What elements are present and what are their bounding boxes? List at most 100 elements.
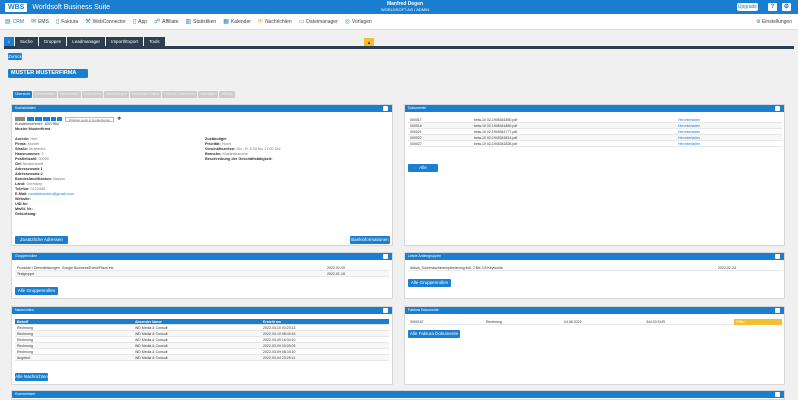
panel-header: Letzte Antiengruppen <box>405 253 784 260</box>
download-link[interactable]: Herunterladen <box>678 141 700 147</box>
email-icon: ✉ <box>31 19 37 25</box>
user-info[interactable]: Manfred Degen WORLDSOFT AG / ADMIN <box>360 1 450 13</box>
main-menu: ▤ CRM ✉ EMS ▯ Faktura ⚒ WebConnector ▯ App ☍ A… <box>0 14 798 30</box>
menu-item-dateimanager[interactable]: ▭ Dateimanager <box>299 18 338 26</box>
vcard-icon[interactable] <box>27 117 34 121</box>
subtab-dokumente[interactable]: Dokumente <box>81 91 104 98</box>
menu-item-webconnector[interactable]: ⚒ WebConnector <box>85 18 126 26</box>
tab-suche[interactable]: Suche <box>15 37 38 46</box>
export-icon[interactable] <box>35 117 42 121</box>
all-groups-button-2[interactable]: Alle Gruppenrollen <box>408 279 451 287</box>
all-messages-button[interactable]: Alle Nachrichten <box>15 373 48 381</box>
upgrade-button[interactable]: Upgrade <box>737 3 758 11</box>
subtab-aktivitaeten[interactable]: Aktivitäten <box>198 91 219 98</box>
menu-item-ems[interactable]: ✉ EMS <box>31 18 49 26</box>
tab-tools[interactable]: Tools <box>144 37 165 46</box>
field-label: Hausnummer: <box>15 152 41 156</box>
all-groups-button[interactable]: Alle Gruppenrollen <box>15 287 58 295</box>
tab-leadmanager[interactable]: Leadmanager <box>67 37 106 46</box>
field-value: 00000 <box>38 157 49 161</box>
field-label: UID-Nr: <box>15 202 29 206</box>
top-bar: WBS Worldsoft Business Suite Manfred Deg… <box>0 0 798 14</box>
table-row[interactable]: Aktiva_Suchmaschinenoptimierung inkl. 2 … <box>408 265 782 271</box>
field-label: MwSt. Nr.: <box>15 207 34 211</box>
panel-title: Nachrichten <box>15 308 34 312</box>
settings-link[interactable]: ⚙ Einstellungen <box>756 19 792 25</box>
field-label: E-Mail: <box>15 192 28 196</box>
all-faktura-button[interactable]: Alle Faktura Dokumente <box>408 330 460 338</box>
doc-id: 000027 <box>410 142 422 146</box>
menu-item-label: CRM <box>12 18 25 25</box>
table-row[interactable]: Testgruppe 2022-01-18 <box>15 271 389 277</box>
menu-item-label: EMS <box>38 18 49 25</box>
menu-item-vorlagen[interactable]: ◎ Vorlagen <box>345 18 372 26</box>
minimize-icon[interactable] <box>775 106 780 111</box>
info-icon[interactable] <box>57 117 62 121</box>
contact-panel: Kontaktdaten Direktes Login in Kundenkon… <box>11 104 393 246</box>
print-icon[interactable] <box>43 117 50 121</box>
edit-icon[interactable] <box>15 117 25 121</box>
field-label: Branche: <box>205 152 222 156</box>
bank-info-button[interactable]: Bankinformationen <box>350 236 390 244</box>
subtab-faktura[interactable]: Faktura-Dokumente <box>162 91 198 98</box>
question-icon[interactable]: ? <box>768 3 777 11</box>
group-name: Aktiva_Suchmaschinenoptimierung inkl. 2 … <box>410 266 503 270</box>
subtab-nachrichten[interactable]: Nachrichten <box>57 91 81 98</box>
message-icon: ✉ <box>257 19 263 25</box>
wbs-logo[interactable]: WBS <box>5 2 28 12</box>
table-row[interactable]: Angebot WD Media & Consult 2022-03-04 23:2… <box>15 355 389 361</box>
minimize-icon[interactable] <box>383 254 388 259</box>
menu-item-nachrichten[interactable]: ✉ Nachrichten <box>257 18 292 26</box>
doc-type: Rechnung <box>486 320 502 324</box>
back-button[interactable]: Zurück <box>8 53 22 60</box>
tab-strip <box>4 46 794 49</box>
menu-item-app[interactable]: ▯ App <box>133 18 147 26</box>
menu-item-affiliate[interactable]: ☍ Affiliate <box>154 18 178 26</box>
comments-panel: Kommentare <box>11 390 785 400</box>
additional-addresses-button[interactable]: Zusätzliche Adressen <box>15 236 68 244</box>
tab-gruppen[interactable]: Gruppen <box>38 37 67 46</box>
table-row[interactable]: 0000167 Rechnung 04.08.2022 344.00 EUR O… <box>408 319 782 325</box>
minimize-icon[interactable] <box>775 308 780 313</box>
minimize-icon[interactable] <box>775 392 780 397</box>
subtab-bestellungen[interactable]: Bestellungen <box>104 91 129 98</box>
field-label: Firma: <box>15 142 27 146</box>
menu-item-crm[interactable]: ▤ CRM <box>5 18 25 26</box>
minimize-icon[interactable] <box>383 106 388 111</box>
minimize-icon[interactable] <box>775 254 780 259</box>
panel-header: Faktura Dokumente <box>405 307 784 314</box>
subtab-kommentare[interactable]: Kommentare <box>32 91 57 98</box>
field-label: Straße: <box>15 147 29 151</box>
all-documents-button[interactable]: Alle Dokumente <box>408 164 438 178</box>
menu-item-kalender[interactable]: ▦ Kalender <box>223 18 251 26</box>
tab-home[interactable]: ⌂ <box>4 37 14 46</box>
subtab-affiliate[interactable]: Affiliate <box>219 91 235 98</box>
menu-item-faktura[interactable]: ▯ Faktura <box>56 18 78 26</box>
subtab-uebersicht[interactable]: Übersicht <box>13 91 32 98</box>
panel-title: Faktura Dokumente <box>408 308 439 312</box>
panel-header: Nachrichten <box>12 307 392 314</box>
tab-import-export[interactable]: Import/Export <box>106 37 144 46</box>
messages-table: Betreff Absender Name Erstellt am Rechnu… <box>15 319 389 361</box>
field-label: Bundesland/Kanton: <box>15 177 53 181</box>
menu-item-label: Statistiken <box>193 18 217 25</box>
help-icon[interactable]: ❖ <box>117 116 121 122</box>
field-label: Land: <box>15 182 26 186</box>
sliders-icon: ⚙ <box>756 19 761 25</box>
direct-login-button[interactable]: Direktes Login in Kundenkonto <box>65 116 114 122</box>
field-label: Ort: <box>15 162 22 166</box>
menu-item-statistiken[interactable]: ▥ Statistiken <box>185 18 217 26</box>
panel-header: Kommentare <box>12 391 784 398</box>
minimize-icon[interactable] <box>383 308 388 313</box>
field-value: Musterstadt <box>23 162 43 166</box>
table-row[interactable]: 000027 beta-10 02-1945341828.pdf Herunterl… <box>408 141 782 147</box>
gear-icon[interactable]: ⚙ <box>782 3 791 11</box>
add-icon[interactable] <box>51 117 56 121</box>
doc-amount: 344.00 EUR <box>646 320 666 324</box>
field-label: Geburtstag: <box>15 212 37 216</box>
doc-filename: beta-10 02-1945341828.pdf <box>474 142 518 146</box>
panel-title: Gruppenrollen <box>15 254 38 258</box>
messages-panel: Nachrichten Betreff Absender Name Erstel… <box>11 306 393 385</box>
subtab-newsletter[interactable]: Newsletter-Status <box>129 91 162 98</box>
field-label: Geschäftszeiten: <box>205 147 236 151</box>
